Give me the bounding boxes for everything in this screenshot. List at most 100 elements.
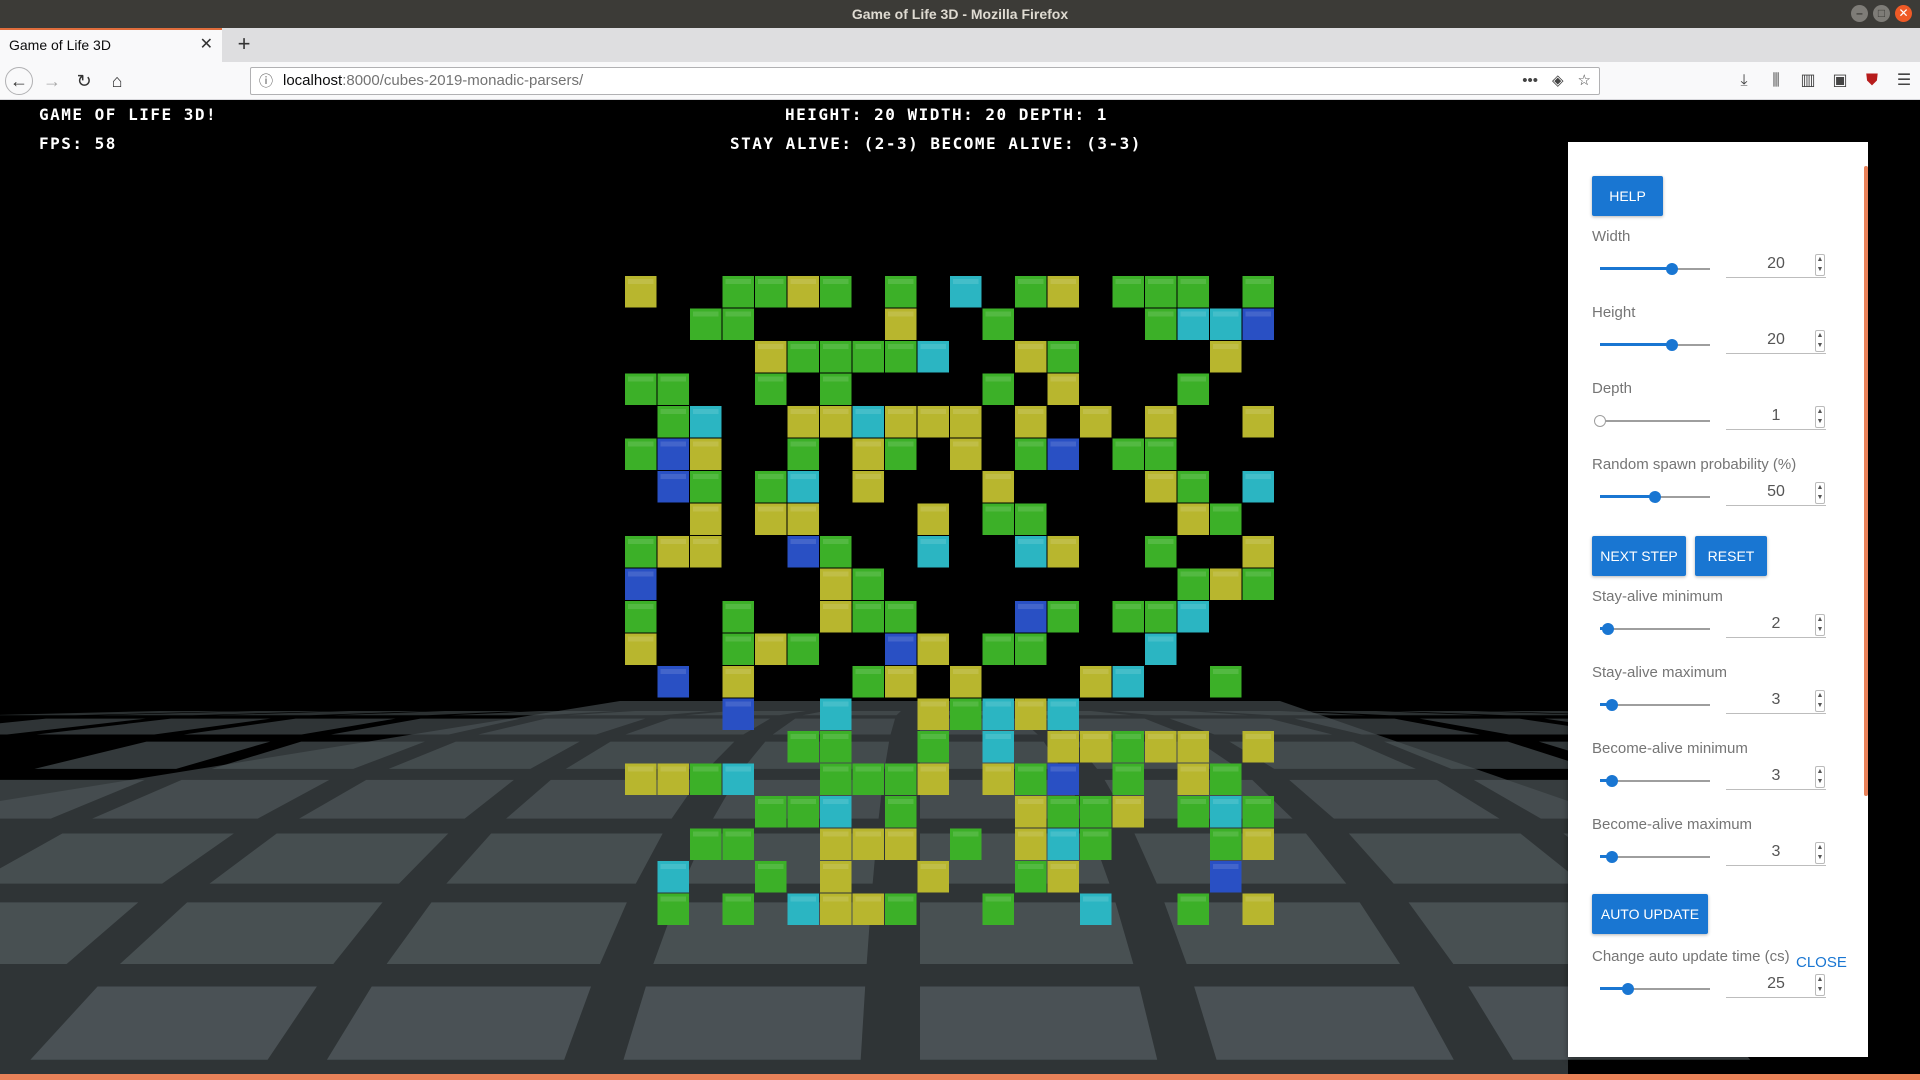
become-alive-min-slider-thumb[interactable] — [1606, 775, 1619, 787]
become-alive-max-input[interactable]: 3 — [1726, 838, 1826, 866]
downloads-icon[interactable]: ⤓ — [1728, 67, 1760, 95]
cell-highlight — [1245, 799, 1271, 804]
cell-highlight — [628, 441, 654, 447]
url-bar[interactable]: ⓘ localhost:8000/cubes-2019-monadic-pars… — [250, 67, 1600, 95]
cell-highlight — [1018, 539, 1044, 544]
back-arrow-icon[interactable]: ← — [5, 67, 33, 95]
cell-highlight — [1115, 441, 1141, 447]
floor-tile — [920, 986, 1158, 1060]
pocket-icon[interactable]: ◈ — [1552, 68, 1564, 94]
cell-highlight — [1148, 474, 1174, 479]
cell-highlight — [1148, 441, 1174, 447]
cell-highlight — [1148, 636, 1174, 642]
stay-alive-max-slider-thumb[interactable] — [1606, 699, 1619, 711]
stay-alive-min-spinner-icon[interactable]: ▲ ▼ — [1815, 614, 1825, 636]
cell-highlight — [758, 506, 784, 512]
library-icon[interactable]: ⫼ — [1760, 67, 1792, 95]
cell-highlight — [1180, 799, 1206, 804]
cell-highlight — [1115, 766, 1141, 772]
new-tab-icon[interactable]: + — [230, 28, 258, 62]
spawn-probability-slider-fill — [1600, 495, 1655, 498]
auto-update-time-slider-thumb[interactable] — [1621, 983, 1634, 995]
depth-slider-track[interactable] — [1600, 420, 1710, 422]
home-icon[interactable]: ⌂ — [103, 67, 131, 95]
width-input[interactable]: 20 — [1726, 250, 1826, 278]
panel-scrollbar[interactable] — [1864, 166, 1868, 796]
bottom-accent-stripe — [0, 1074, 1920, 1080]
cell-highlight — [823, 604, 849, 609]
cell-highlight — [1180, 766, 1206, 772]
maximize-icon[interactable]: □ — [1873, 5, 1890, 22]
cell-highlight — [1148, 409, 1174, 414]
width-control: Width 20 ▲ ▼ — [1592, 228, 1837, 290]
spawn-probability-spinner-icon[interactable]: ▲ ▼ — [1815, 482, 1825, 504]
height-slider-thumb[interactable] — [1665, 339, 1678, 351]
become-alive-max-spinner-icon[interactable]: ▲ ▼ — [1815, 842, 1825, 864]
cell-highlight — [1083, 734, 1109, 739]
cell-highlight — [1050, 864, 1076, 869]
cell-highlight — [1115, 669, 1141, 674]
extension-icon[interactable]: ▣ — [1824, 67, 1856, 95]
close-panel-button[interactable]: CLOSE — [1796, 954, 1847, 971]
depth-spinner-icon[interactable]: ▲ ▼ — [1815, 406, 1825, 428]
cell-highlight — [693, 441, 719, 447]
cell-highlight — [1018, 441, 1044, 447]
depth-input[interactable]: 1 — [1726, 402, 1826, 430]
cell-highlight — [1245, 279, 1271, 284]
cell-highlight — [855, 571, 881, 577]
stay-alive-min-slider-thumb[interactable] — [1601, 623, 1614, 635]
browser-tab[interactable]: Game of Life 3D ✕ — [0, 28, 222, 62]
auto-update-time-spinner-icon[interactable]: ▲ ▼ — [1815, 974, 1825, 996]
page-actions-icon[interactable]: ••• — [1522, 68, 1538, 94]
cell-highlight — [1180, 376, 1206, 382]
cell-highlight — [790, 441, 816, 447]
cell-highlight — [1083, 799, 1109, 804]
stay-alive-min-input[interactable]: 2 — [1726, 610, 1826, 638]
forward-arrow-icon[interactable]: → — [38, 67, 66, 95]
width-spinner-icon[interactable]: ▲ ▼ — [1815, 254, 1825, 276]
stay-alive-max-input[interactable]: 3 — [1726, 686, 1826, 714]
reload-icon[interactable]: ↻ — [70, 67, 98, 95]
reset-button[interactable]: RESET — [1695, 536, 1767, 576]
depth-slider-thumb[interactable] — [1594, 415, 1606, 427]
become-alive-min-input[interactable]: 3 — [1726, 762, 1826, 790]
spawn-probability-slider-thumb[interactable] — [1649, 491, 1661, 503]
width-slider-thumb[interactable] — [1665, 263, 1678, 275]
cell-highlight — [725, 604, 751, 609]
cell-highlight — [790, 279, 816, 284]
ublock-icon[interactable]: ⛊ — [1856, 67, 1888, 95]
cell-highlight — [920, 766, 946, 772]
auto-update-time-input[interactable]: 25 — [1726, 970, 1826, 998]
minimize-icon[interactable]: – — [1851, 5, 1868, 22]
spawn-probability-input[interactable]: 50 — [1726, 478, 1826, 506]
stay-alive-max-spinner-icon[interactable]: ▲ ▼ — [1815, 690, 1825, 712]
cell-highlight — [628, 376, 654, 382]
sidebar-icon[interactable]: ▥ — [1792, 67, 1824, 95]
site-info-icon[interactable]: ⓘ — [259, 68, 273, 94]
become-alive-max-control: Become-alive maximum 3 ▲ ▼ — [1592, 816, 1837, 878]
bookmark-star-icon[interactable]: ☆ — [1578, 68, 1591, 94]
cell-highlight — [1050, 441, 1076, 447]
menu-icon[interactable]: ☰ — [1888, 67, 1920, 95]
spawn-probability-label: Random spawn probability (%) — [1592, 456, 1797, 473]
tab-close-icon[interactable]: ✕ — [200, 30, 213, 60]
help-button[interactable]: HELP — [1592, 176, 1663, 216]
become-alive-min-spinner-icon[interactable]: ▲ ▼ — [1815, 766, 1825, 788]
tab-title: Game of Life 3D — [9, 37, 111, 53]
height-input[interactable]: 20 — [1726, 326, 1826, 354]
become-alive-max-slider-thumb[interactable] — [1606, 851, 1619, 863]
cell-highlight — [823, 279, 849, 284]
auto-update-time-label: Change auto update time (cs) — [1592, 948, 1790, 965]
close-window-icon[interactable]: ✕ — [1895, 5, 1912, 22]
auto-update-button[interactable]: AUTO UPDATE — [1592, 894, 1708, 934]
cell-highlight — [725, 896, 751, 902]
height-spinner-icon[interactable]: ▲ ▼ — [1815, 330, 1825, 352]
depth-label: Depth — [1592, 380, 1633, 397]
cell-highlight — [758, 636, 784, 642]
cell-highlight — [628, 279, 654, 284]
cell-highlight — [1115, 799, 1141, 804]
next-step-button[interactable]: NEXT STEP — [1592, 536, 1686, 576]
cell-highlight — [693, 766, 719, 772]
stay-alive-min-slider-track[interactable] — [1600, 628, 1710, 630]
cell-highlight — [660, 409, 686, 414]
